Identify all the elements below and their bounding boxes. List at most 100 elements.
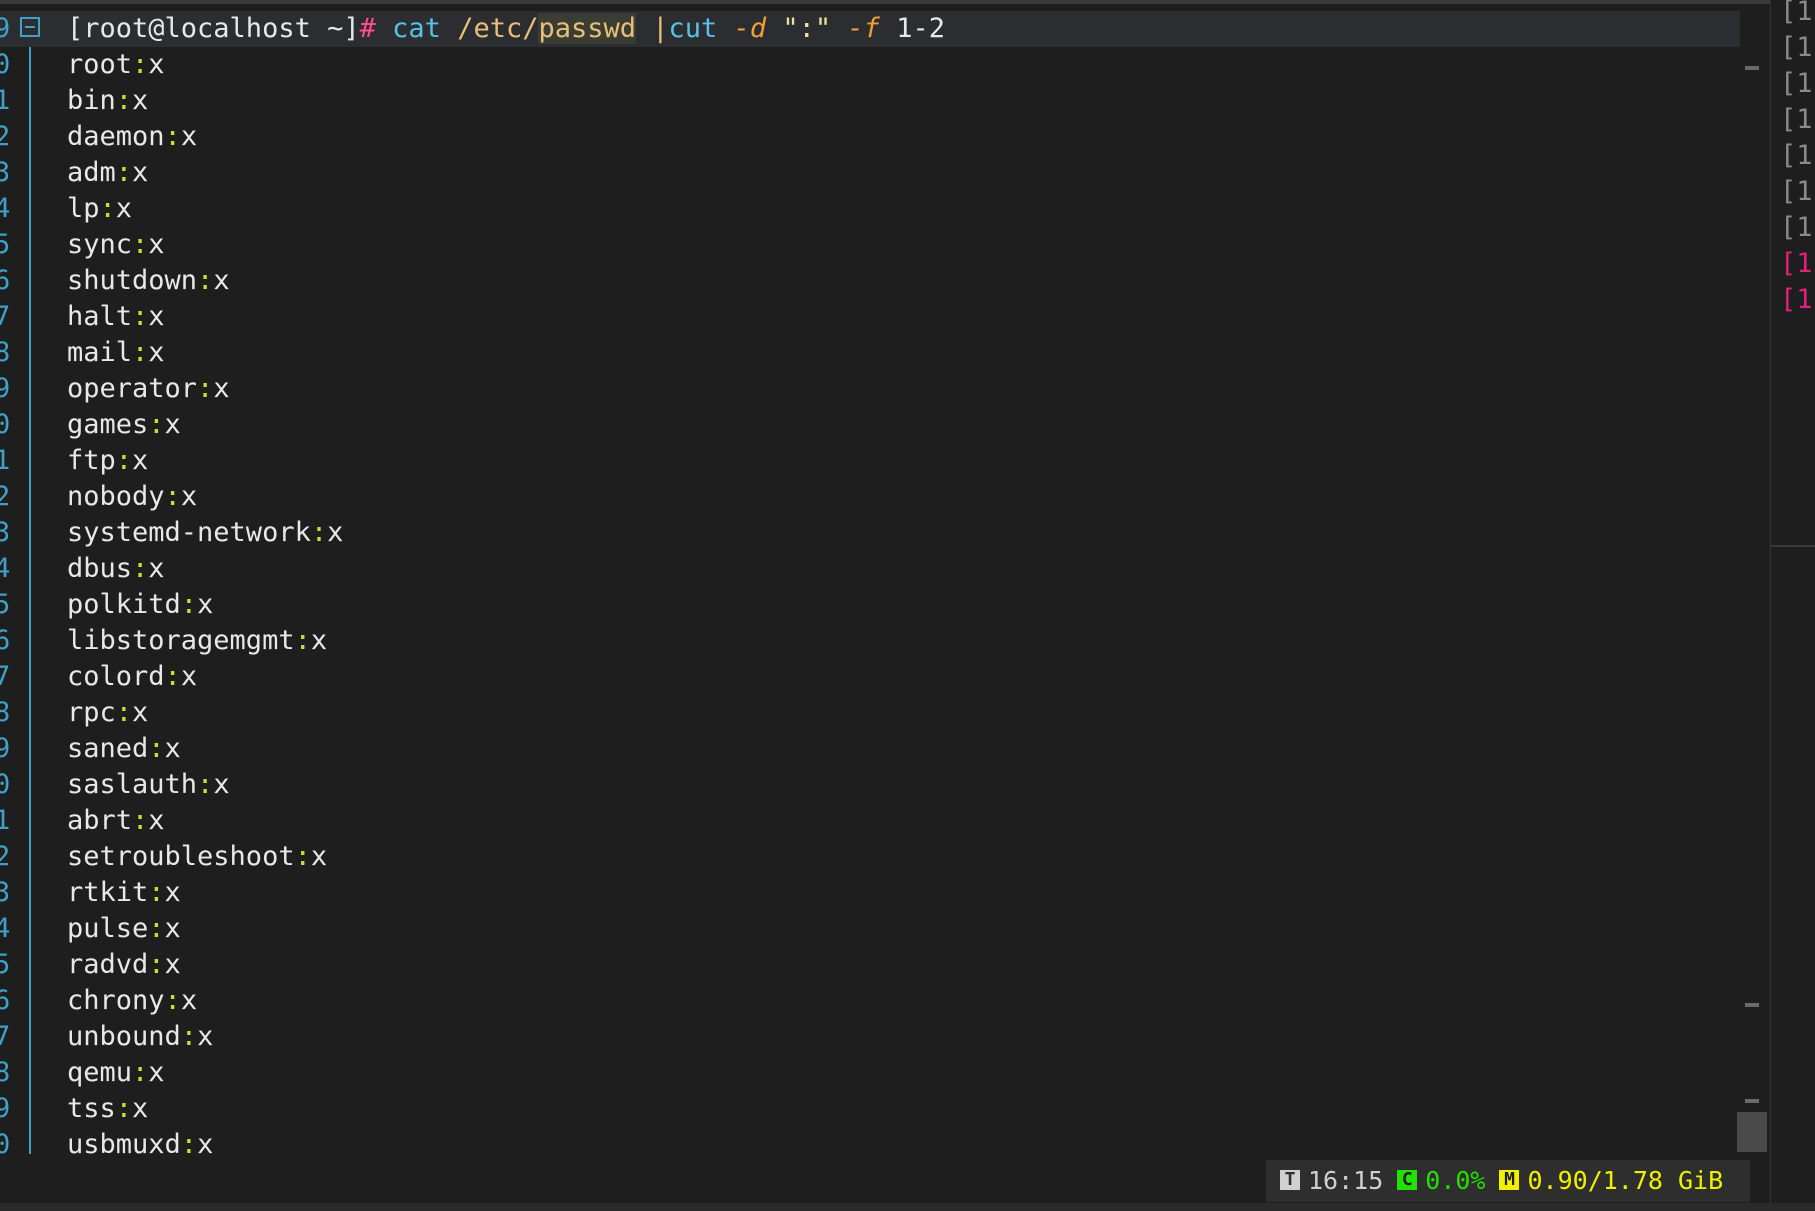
field-separator: : [180, 589, 198, 620]
scroll-marker [1745, 1099, 1759, 1103]
side-item[interactable]: [1 [1780, 138, 1815, 174]
username: abrt [67, 805, 133, 836]
output-line[interactable]: 0 usbmuxd:x [0, 1127, 1740, 1154]
output-line[interactable]: 3 systemd-network:x [0, 515, 1740, 551]
output-line[interactable]: 8 rpc:x [0, 695, 1740, 731]
output-line[interactable]: 0 games:x [0, 407, 1740, 443]
output-line[interactable]: 5 polkitd:x [0, 587, 1740, 623]
line-number: 8 [0, 697, 11, 728]
output-line[interactable]: 2 daemon:x [0, 119, 1740, 155]
side-item[interactable]: [1 [1780, 174, 1815, 210]
scroll-marker [1745, 66, 1759, 70]
field-separator: : [148, 949, 165, 980]
password-field: x [180, 481, 198, 512]
username: polkitd [67, 589, 181, 620]
output-line[interactable]: 9 saned:x [0, 731, 1740, 767]
terminal-editor[interactable]: 9 [root@localhost ~]# cat /etc/passwd |c… [0, 11, 1740, 1154]
username: libstoragemgmt [67, 625, 295, 656]
output-line[interactable]: 0 saslauth:x [0, 767, 1740, 803]
output-text: polkitd:x [67, 587, 213, 623]
line-number: 5 [0, 949, 11, 980]
side-item[interactable]: [1 [1780, 30, 1815, 66]
line-number: 0 [0, 769, 11, 800]
output-line[interactable]: 3 adm:x [0, 155, 1740, 191]
field-separator: : [180, 1129, 198, 1154]
password-field: x [213, 265, 230, 296]
output-line[interactable]: 7 halt:x [0, 299, 1740, 335]
username: dbus [67, 553, 133, 584]
side-item[interactable]: [1 [1780, 66, 1815, 102]
field-separator: : [197, 769, 214, 800]
password-field: x [115, 193, 133, 224]
side-item[interactable]: [1 [1780, 246, 1815, 282]
field-separator: : [115, 157, 133, 188]
side-item[interactable]: [1 [1780, 210, 1815, 246]
username: sync [67, 229, 133, 260]
scrollbar-thumb[interactable] [1737, 1112, 1767, 1152]
output-text: nobody:x [67, 479, 197, 515]
output-line[interactable]: 8 qemu:x [0, 1055, 1740, 1091]
output-text: colord:x [67, 659, 197, 695]
field-separator: : [164, 481, 181, 512]
password-field: x [148, 553, 165, 584]
output-text: setroubleshoot:x [67, 839, 327, 875]
line-number: 1 [0, 805, 11, 836]
output-line[interactable]: 7 unbound:x [0, 1019, 1740, 1055]
output-line[interactable]: 1 ftp:x [0, 443, 1740, 479]
output-text: halt:x [67, 299, 165, 335]
output-text: ftp:x [67, 443, 148, 479]
output-line[interactable]: 1 abrt:x [0, 803, 1740, 839]
scrollbar[interactable] [1735, 11, 1769, 1154]
side-item[interactable]: [1 [1780, 0, 1815, 30]
username: halt [67, 301, 133, 332]
output-text: operator:x [67, 371, 230, 407]
field-separator: : [132, 229, 149, 260]
output-line[interactable]: 4 dbus:x [0, 551, 1740, 587]
line-number: 1 [0, 445, 11, 476]
field-separator: : [132, 553, 149, 584]
output-line[interactable]: 6 libstoragemgmt:x [0, 623, 1740, 659]
username: nobody [67, 481, 165, 512]
output-line[interactable]: 0 root:x [0, 47, 1740, 83]
output-line[interactable]: 6 shutdown:x [0, 263, 1740, 299]
output-line[interactable]: 7 colord:x [0, 659, 1740, 695]
side-item[interactable]: [1 [1780, 102, 1815, 138]
line-number: 0 [0, 1129, 11, 1154]
output-line[interactable]: 9 operator:x [0, 371, 1740, 407]
output-line[interactable]: 1 bin:x [0, 83, 1740, 119]
output-text: root:x [67, 47, 165, 83]
output-line[interactable]: 9 tss:x [0, 1091, 1740, 1127]
output-line[interactable]: 5 sync:x [0, 227, 1740, 263]
username: operator [67, 373, 198, 404]
delimiter: ":" [782, 13, 832, 44]
password-field: x [132, 1093, 149, 1124]
username: mail [67, 337, 133, 368]
mem-badge: M [1499, 1170, 1520, 1190]
output-text: pulse:x [67, 911, 181, 947]
output-line[interactable]: 5 radvd:x [0, 947, 1740, 983]
line-number: 1 [0, 85, 11, 116]
output-line[interactable]: 2 nobody:x [0, 479, 1740, 515]
fold-collapse-icon[interactable] [20, 17, 40, 37]
output-line[interactable]: 4 lp:x [0, 191, 1740, 227]
field-separator: : [294, 841, 311, 872]
field-separator: : [115, 1093, 133, 1124]
status-bar: T 16:15 C 0.0% M 0.90/1.78 GiB [1266, 1160, 1750, 1202]
password-field: x [148, 229, 165, 260]
field-separator: : [132, 1057, 149, 1088]
password-field: x [164, 949, 181, 980]
output-line[interactable]: 4 pulse:x [0, 911, 1740, 947]
command-line[interactable]: 9 [root@localhost ~]# cat /etc/passwd |c… [0, 11, 1740, 47]
side-item[interactable]: [1 [1780, 282, 1815, 318]
side-divider [1770, 545, 1815, 547]
output-line[interactable]: 8 mail:x [0, 335, 1740, 371]
password-field: x [148, 301, 165, 332]
username: root [67, 49, 133, 80]
output-text: shutdown:x [67, 263, 230, 299]
username: usbmuxd [67, 1129, 181, 1154]
output-line[interactable]: 3 rtkit:x [0, 875, 1740, 911]
password-field: x [310, 625, 328, 656]
output-line[interactable]: 2 setroubleshoot:x [0, 839, 1740, 875]
username: rtkit [67, 877, 149, 908]
output-line[interactable]: 6 chrony:x [0, 983, 1740, 1019]
